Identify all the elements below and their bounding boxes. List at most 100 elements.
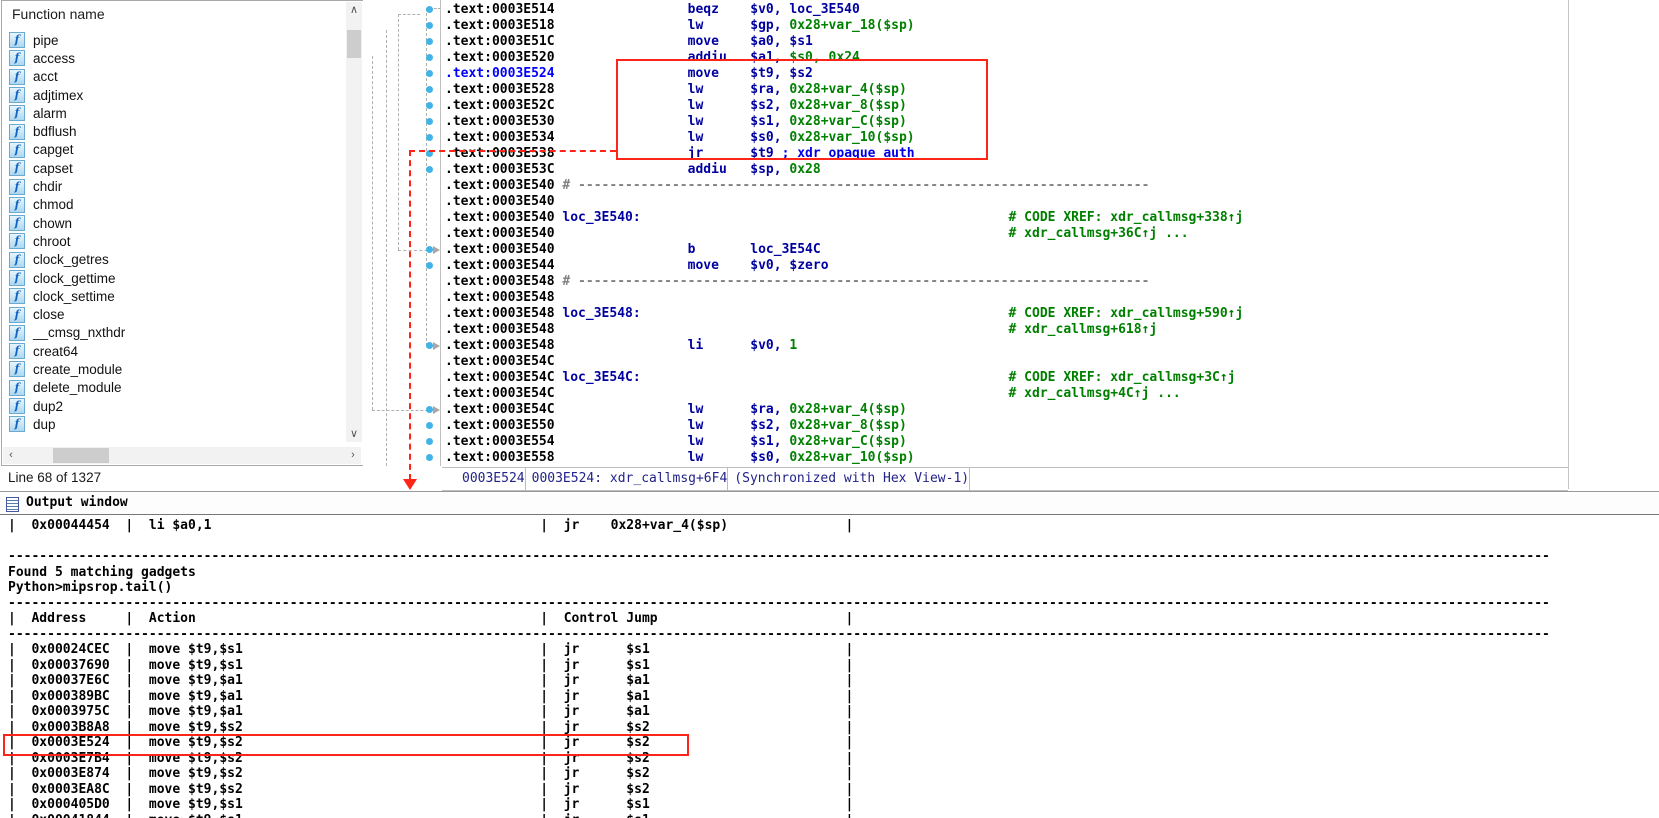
function-label: chroot	[33, 233, 71, 249]
function-list-item[interactable]: f capget	[6, 141, 342, 159]
breakpoint-dot[interactable]	[426, 134, 433, 141]
function-list-item[interactable]: f chown	[6, 214, 342, 232]
function-list-item[interactable]: f create_module	[6, 360, 342, 378]
disasm-line[interactable]: .text:0003E54C # xdr_callmsg+4C↑j ...	[445, 386, 1243, 402]
function-list-item[interactable]: f close	[6, 305, 342, 323]
function-icon: f	[9, 306, 25, 323]
function-label: chmod	[33, 197, 74, 213]
jump-line	[386, 30, 387, 466]
function-list-item[interactable]: f clock_settime	[6, 287, 342, 305]
function-icon: f	[9, 416, 25, 433]
disasm-line[interactable]: .text:0003E558 lw $s0, 0x28+var_10($sp)	[445, 450, 1243, 466]
disasm-line[interactable]: .text:0003E524 move $t9, $s2	[445, 66, 1243, 82]
horizontal-scrollbar[interactable]: ‹ ›	[3, 447, 361, 464]
breakpoint-dot[interactable]	[426, 454, 433, 461]
function-icon: f	[9, 160, 25, 177]
function-list-item[interactable]: f alarm	[6, 104, 342, 122]
breakpoint-dot[interactable]	[426, 262, 433, 269]
breakpoint-dot[interactable]	[426, 70, 433, 77]
disasm-line[interactable]: .text:0003E54C loc_3E54C: # CODE XREF: x…	[445, 370, 1243, 386]
function-list-item[interactable]: f capset	[6, 159, 342, 177]
disasm-line[interactable]: .text:0003E548	[445, 290, 1243, 306]
disasm-line[interactable]: .text:0003E53C addiu $sp, 0x28	[445, 162, 1243, 178]
function-label: creat64	[33, 343, 79, 359]
breakpoint-dot[interactable]	[426, 342, 433, 349]
function-list-item[interactable]: f dup2	[6, 397, 342, 415]
breakpoint-dot[interactable]	[426, 38, 433, 45]
breakpoint-dot[interactable]	[426, 102, 433, 109]
disasm-line[interactable]: .text:0003E538 jr $t9 ; xdr_opaque_auth	[445, 146, 1243, 162]
disasm-line[interactable]: .text:0003E530 lw $s1, 0x28+var_C($sp)	[445, 114, 1243, 130]
function-icon: f	[9, 32, 25, 49]
disasm-line[interactable]: .text:0003E554 lw $s1, 0x28+var_C($sp)	[445, 434, 1243, 450]
disasm-line[interactable]: .text:0003E548 # xdr_callmsg+618↑j	[445, 322, 1243, 338]
function-list-item[interactable]: f clock_gettime	[6, 269, 342, 287]
breakpoint-dot[interactable]	[426, 438, 433, 445]
function-label: access	[33, 50, 76, 66]
red-connector-line	[409, 150, 616, 152]
disasm-line[interactable]: .text:0003E540	[445, 194, 1243, 210]
disasm-line[interactable]: .text:0003E540 loc_3E540: # CODE XREF: x…	[445, 210, 1243, 226]
scroll-right-icon[interactable]: ›	[345, 447, 361, 464]
function-label: dup2	[33, 398, 64, 414]
function-label: close	[33, 307, 65, 323]
disasm-line[interactable]: .text:0003E54C lw $ra, 0x28+var_4($sp)	[445, 402, 1243, 418]
scroll-up-icon[interactable]: ∧	[346, 2, 362, 18]
output-titlebar[interactable]: Output window	[0, 494, 1659, 515]
function-icon: f	[9, 398, 25, 415]
vertical-scrollbar[interactable]: ∧ ∨	[346, 2, 362, 442]
function-list-item[interactable]: f creat64	[6, 342, 342, 360]
breakpoint-dot[interactable]	[426, 86, 433, 93]
breakpoint-dot[interactable]	[426, 406, 433, 413]
vertical-scroll-thumb[interactable]	[347, 30, 361, 58]
function-list-item[interactable]: f pipe	[6, 31, 342, 49]
disasm-line[interactable]: .text:0003E54C	[445, 354, 1243, 370]
function-list-item[interactable]: f adjtimex	[6, 86, 342, 104]
function-icon: f	[9, 288, 25, 305]
disasm-line[interactable]: .text:0003E550 lw $s2, 0x28+var_8($sp)	[445, 418, 1243, 434]
disasm-line[interactable]: .text:0003E540 # -----------------------…	[445, 178, 1243, 194]
function-list-item[interactable]: f delete_module	[6, 379, 342, 397]
breakpoint-dot[interactable]	[426, 22, 433, 29]
function-label: clock_settime	[33, 288, 115, 304]
function-list-item[interactable]: f chmod	[6, 196, 342, 214]
disasm-line[interactable]: .text:0003E518 lw $gp, 0x28+var_18($sp)	[445, 18, 1243, 34]
disasm-line[interactable]: .text:0003E528 lw $ra, 0x28+var_4($sp)	[445, 82, 1243, 98]
breakpoint-dot[interactable]	[426, 166, 433, 173]
function-list-item[interactable]: f access	[6, 49, 342, 67]
disasm-line[interactable]: .text:0003E540 b loc_3E54C	[445, 242, 1243, 258]
function-label: __cmsg_nxthdr	[33, 325, 126, 341]
disasm-line[interactable]: .text:0003E520 addiu $a1, $s0, 0x24	[445, 50, 1243, 66]
horizontal-scroll-thumb[interactable]	[53, 448, 109, 463]
breakpoint-dot[interactable]	[426, 118, 433, 125]
breakpoint-dot[interactable]	[426, 246, 433, 253]
output-line: | 0x0003B8A8 | move $t9,$s2 | jr $s2 |	[8, 719, 854, 735]
function-list-item[interactable]: f chroot	[6, 232, 342, 250]
disasm-line[interactable]: .text:0003E540 # xdr_callmsg+36C↑j ...	[445, 226, 1243, 242]
disasm-line[interactable]: .text:0003E548 li $v0, 1	[445, 338, 1243, 354]
disasm-line[interactable]: .text:0003E51C move $a0, $s1	[445, 34, 1243, 50]
breakpoint-dot[interactable]	[426, 54, 433, 61]
output-line: ----------------------------------------…	[8, 626, 1550, 642]
disasm-line[interactable]: .text:0003E544 move $v0, $zero	[445, 258, 1243, 274]
function-list-item[interactable]: f acct	[6, 68, 342, 86]
disasm-line[interactable]: .text:0003E52C lw $s2, 0x28+var_8($sp)	[445, 98, 1243, 114]
function-list-item[interactable]: f chdir	[6, 177, 342, 195]
scroll-down-icon[interactable]: ∨	[346, 426, 362, 442]
scroll-left-icon[interactable]: ‹	[3, 447, 19, 464]
function-list-item[interactable]: f bdflush	[6, 122, 342, 140]
function-list-item[interactable]: f clock_getres	[6, 251, 342, 269]
function-icon: f	[9, 178, 25, 195]
disasm-line[interactable]: .text:0003E514 beqz $v0, loc_3E540	[445, 2, 1243, 18]
disasm-line[interactable]: .text:0003E548 # -----------------------…	[445, 274, 1243, 290]
disasm-line[interactable]: .text:0003E534 lw $s0, 0x28+var_10($sp)	[445, 130, 1243, 146]
breakpoint-dot[interactable]	[426, 422, 433, 429]
function-list-item[interactable]: f dup	[6, 415, 342, 433]
output-content[interactable]: | 0x00044454 | li $a0,1 | jr 0x28+var_4(…	[0, 515, 1659, 818]
disasm-line[interactable]: .text:0003E548 loc_3E548: # CODE XREF: x…	[445, 306, 1243, 322]
function-list-item[interactable]: f __cmsg_nxthdr	[6, 324, 342, 342]
window-splitter[interactable]	[0, 491, 1659, 492]
breakpoint-dot[interactable]	[426, 6, 433, 13]
functions-status-line: Line 68 of 1327	[8, 470, 102, 485]
